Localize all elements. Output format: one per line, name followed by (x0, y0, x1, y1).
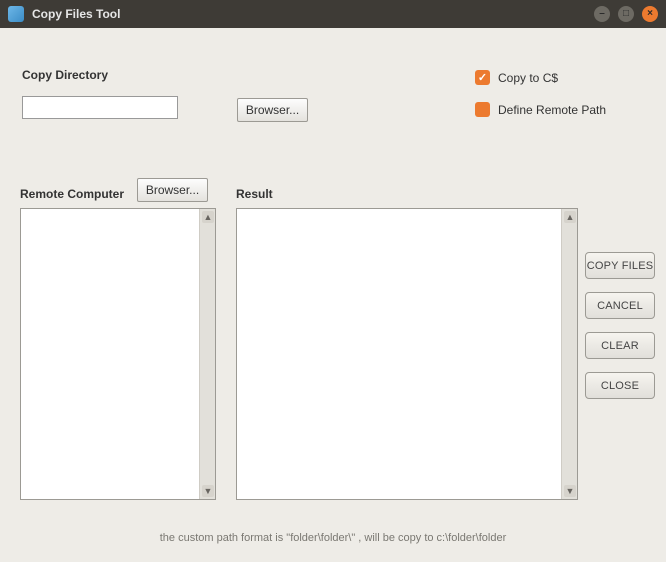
scroll-up-icon[interactable]: ▲ (564, 211, 576, 223)
remote-computer-list[interactable]: ▲ ▼ (20, 208, 216, 500)
close-icon: × (647, 9, 653, 19)
scroll-down-icon[interactable]: ▼ (202, 485, 214, 497)
cancel-button[interactable]: CANCEL (585, 292, 655, 319)
scroll-up-icon[interactable]: ▲ (202, 211, 214, 223)
app-icon (8, 6, 24, 22)
window-title: Copy Files Tool (32, 7, 586, 21)
result-list[interactable]: ▲ ▼ (236, 208, 578, 500)
close-window-button[interactable]: × (642, 6, 658, 22)
minimize-button[interactable]: – (594, 6, 610, 22)
maximize-button[interactable]: □ (618, 6, 634, 22)
remote-computer-browse-button[interactable]: Browser... (137, 178, 208, 202)
checkbox-icon: ✓ (475, 70, 490, 85)
titlebar: Copy Files Tool – □ × (0, 0, 666, 28)
option-label: Copy to C$ (498, 71, 558, 85)
copy-to-cs-option[interactable]: ✓ Copy to C$ (475, 70, 558, 85)
footer-hint: the custom path format is "folder\folder… (0, 532, 666, 544)
copy-directory-browse-button[interactable]: Browser... (237, 98, 308, 122)
result-label: Result (236, 187, 273, 201)
button-label: CLEAR (601, 340, 639, 352)
button-label: CANCEL (597, 300, 643, 312)
copy-files-button[interactable]: COPY FILES (585, 252, 655, 279)
window-body: Copy Directory Browser... Remote Compute… (0, 28, 666, 562)
copy-directory-input[interactable] (22, 96, 178, 119)
define-remote-path-option[interactable]: ✓ Define Remote Path (475, 102, 606, 117)
scrollbar[interactable]: ▲ ▼ (561, 209, 577, 499)
clear-button[interactable]: CLEAR (585, 332, 655, 359)
remote-computer-label: Remote Computer (20, 187, 124, 201)
close-button[interactable]: CLOSE (585, 372, 655, 399)
square-icon: □ (623, 9, 629, 19)
button-label: CLOSE (601, 380, 639, 392)
app-window: Copy Files Tool – □ × Copy Directory Bro… (0, 0, 666, 562)
button-label: COPY FILES (587, 260, 654, 272)
option-label: Define Remote Path (498, 103, 606, 117)
scrollbar[interactable]: ▲ ▼ (199, 209, 215, 499)
button-label: Browser... (246, 103, 299, 117)
minus-icon: – (599, 9, 605, 19)
checkbox-icon: ✓ (475, 102, 490, 117)
button-label: Browser... (146, 183, 199, 197)
scroll-down-icon[interactable]: ▼ (564, 485, 576, 497)
copy-directory-label: Copy Directory (22, 68, 108, 82)
